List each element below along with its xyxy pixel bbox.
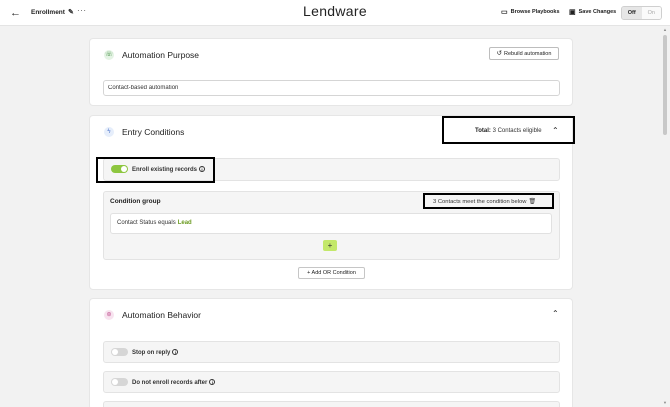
brand-name: Lendware — [303, 3, 367, 19]
more-options-icon[interactable]: ··· — [77, 6, 87, 15]
enroll-existing-switch[interactable] — [111, 165, 128, 173]
enroll-existing-label: Enroll existing records i — [132, 166, 206, 173]
browse-playbooks-label: Browse Playbooks — [510, 9, 560, 15]
stop-on-reply-label: Stop on reply i — [132, 349, 179, 356]
add-condition-button[interactable]: + — [323, 240, 337, 251]
condition-count-text: 3 Contacts meet the condition below 🗑 — [433, 198, 536, 205]
automation-purpose-input[interactable] — [103, 80, 560, 96]
rebuild-automation-label: Rebuild automation — [504, 51, 552, 57]
automation-behavior-card: ⊛ Automation Behavior ⌃ Stop on reply i D… — [89, 298, 573, 407]
behavior-icon: ⊛ — [104, 310, 114, 320]
collapse-entry-chevron-icon[interactable]: ⌃ — [552, 126, 559, 135]
save-changes-button[interactable]: ▣ Save Changes — [569, 8, 616, 16]
info-icon[interactable]: i — [172, 349, 179, 355]
do-not-enroll-label: Do not enroll records after i — [132, 379, 216, 386]
automation-purpose-card: ☏ Automation Purpose ↺ Rebuild automation — [89, 38, 573, 106]
condition-count-label: 3 Contacts meet the condition below — [433, 199, 527, 205]
automation-purpose-title: Automation Purpose — [122, 50, 200, 60]
browse-playbooks-button[interactable]: ▭ Browse Playbooks — [501, 8, 560, 16]
collapse-behavior-chevron-icon[interactable]: ⌃ — [552, 309, 559, 318]
trash-icon[interactable]: 🗑 — [528, 199, 536, 205]
scrollbar-thumb[interactable] — [663, 35, 667, 135]
condition-group-title: Condition group — [110, 198, 161, 205]
rebuild-automation-button[interactable]: ↺ Rebuild automation — [489, 47, 559, 60]
scroll-down-icon[interactable]: ▼ — [663, 400, 667, 405]
stop-on-reply-switch[interactable] — [111, 348, 128, 356]
refresh-icon: ↺ — [496, 50, 503, 57]
workflow-name-label: Enrollment — [31, 8, 65, 16]
folder-icon: ▭ — [501, 9, 508, 16]
back-arrow-icon[interactable]: ← — [10, 6, 21, 20]
add-or-condition-button[interactable]: + Add OR Condition — [298, 267, 365, 279]
save-icon: ▣ — [569, 9, 576, 16]
phone-icon: ☏ — [104, 50, 114, 60]
total-label: Total: — [475, 128, 491, 134]
entry-conditions-title: Entry Conditions — [122, 127, 185, 137]
automation-behavior-title: Automation Behavior — [122, 310, 201, 320]
condition-text: Contact Status equals Lead — [117, 220, 192, 226]
entry-conditions-card: ϟ Entry Conditions Total: 3 Contacts eli… — [89, 115, 575, 290]
toggle-on-option[interactable]: On — [641, 7, 661, 19]
info-icon[interactable]: i — [199, 166, 206, 172]
condition-value: Lead — [177, 220, 192, 226]
workflow-name[interactable]: Enrollment ✎ — [31, 8, 74, 17]
toggle-off-option[interactable]: Off — [622, 7, 642, 19]
do-not-enroll-switch[interactable] — [111, 378, 128, 386]
next-setting-row — [103, 401, 560, 407]
automation-on-off-toggle[interactable]: Off On — [621, 6, 662, 20]
info-icon[interactable]: i — [209, 379, 216, 385]
total-value: 3 Contacts eligible — [492, 128, 542, 134]
lightning-icon: ϟ — [104, 127, 114, 137]
total-eligible-text: Total: 3 Contacts eligible — [475, 128, 542, 134]
vertical-scrollbar[interactable]: ▲ ▼ — [663, 27, 668, 405]
condition-label: Contact Status equals — [117, 220, 176, 226]
save-changes-label: Save Changes — [578, 9, 617, 15]
edit-icon[interactable]: ✎ — [68, 8, 74, 16]
top-bar: ← Enrollment ✎ ··· Lendware ▭ Browse Pla… — [0, 0, 670, 26]
scroll-up-icon[interactable]: ▲ — [663, 27, 667, 32]
